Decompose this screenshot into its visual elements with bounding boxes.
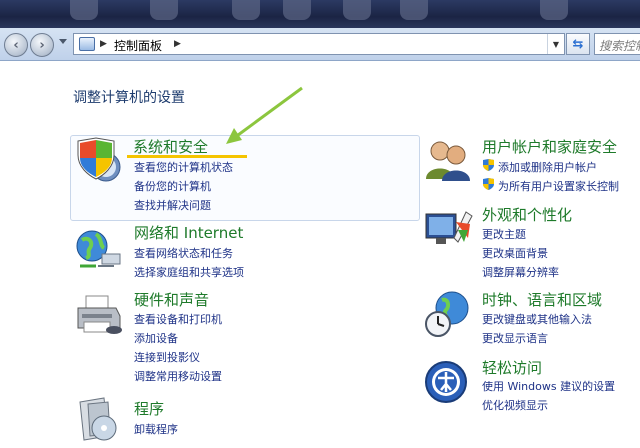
link-connect-projector[interactable]: 连接到投影仪 bbox=[134, 349, 200, 365]
search-placeholder: 搜索控制 bbox=[599, 39, 640, 53]
network-globe-icon[interactable] bbox=[74, 226, 124, 272]
address-bar[interactable]: ▶ 控制面板 ▶ ▼ bbox=[73, 33, 565, 55]
top-decoration bbox=[232, 0, 260, 20]
address-dropdown-icon[interactable]: ▼ bbox=[547, 34, 564, 54]
appearance-icon[interactable] bbox=[424, 208, 474, 252]
link-backup-computer[interactable]: 备份您的计算机 bbox=[134, 178, 211, 194]
control-panel-icon bbox=[79, 37, 95, 51]
breadcrumb-separator-icon[interactable]: ▶ bbox=[100, 39, 107, 49]
breadcrumb-separator-icon[interactable]: ▶ bbox=[174, 39, 181, 49]
top-decoration bbox=[70, 0, 98, 20]
category-appearance[interactable]: 外观和个性化 bbox=[482, 204, 572, 225]
refresh-button[interactable]: ⇆ bbox=[566, 33, 590, 55]
uac-shield-icon bbox=[483, 178, 494, 190]
link-homegroup-sharing[interactable]: 选择家庭组和共享选项 bbox=[134, 264, 244, 280]
link-devices-printers[interactable]: 查看设备和打印机 bbox=[134, 311, 222, 327]
link-network-status[interactable]: 查看网络状态和任务 bbox=[134, 245, 233, 261]
link-change-theme[interactable]: 更改主题 bbox=[482, 226, 526, 242]
category-programs[interactable]: 程序 bbox=[134, 398, 164, 419]
search-input[interactable]: 搜索控制 bbox=[594, 33, 640, 55]
link-troubleshoot[interactable]: 查找并解决问题 bbox=[134, 197, 211, 213]
clock-globe-icon[interactable] bbox=[424, 290, 472, 338]
category-clock-language-region[interactable]: 时钟、语言和区域 bbox=[482, 289, 602, 310]
top-decoration bbox=[540, 0, 568, 20]
recent-pages-dropdown[interactable] bbox=[59, 39, 67, 44]
link-windows-recommended-settings[interactable]: 使用 Windows 建议的设置 bbox=[482, 378, 615, 394]
back-button[interactable]: ‹ bbox=[4, 33, 28, 57]
annotation-arrow-icon bbox=[226, 86, 303, 144]
security-shield-icon[interactable] bbox=[74, 137, 122, 183]
category-system-security[interactable]: 系统和安全 bbox=[133, 136, 208, 157]
window-top-strip bbox=[0, 0, 640, 28]
ease-of-access-icon[interactable] bbox=[424, 358, 472, 406]
link-parental-controls[interactable]: 为所有用户设置家长控制 bbox=[498, 178, 619, 194]
category-ease-of-access[interactable]: 轻松访问 bbox=[482, 357, 542, 378]
users-icon[interactable] bbox=[424, 137, 472, 183]
link-display-language[interactable]: 更改显示语言 bbox=[482, 330, 548, 346]
uac-shield-icon bbox=[483, 159, 494, 171]
annotation-underline bbox=[127, 155, 247, 158]
category-network-internet[interactable]: 网络和 Internet bbox=[134, 222, 243, 243]
navigation-bar: ‹ › ▶ 控制面板 ▶ ▼ ⇆ 搜索控制 bbox=[0, 28, 640, 61]
link-optimize-video-display[interactable]: 优化视频显示 bbox=[482, 397, 548, 413]
link-mobility-settings[interactable]: 调整常用移动设置 bbox=[134, 368, 222, 384]
top-decoration bbox=[150, 0, 178, 20]
printer-icon[interactable] bbox=[74, 292, 126, 338]
forward-button[interactable]: › bbox=[30, 33, 54, 57]
programs-icon[interactable] bbox=[74, 396, 124, 444]
top-decoration bbox=[400, 0, 428, 20]
link-add-remove-accounts[interactable]: 添加或删除用户帐户 bbox=[498, 159, 597, 175]
link-desktop-background[interactable]: 更改桌面背景 bbox=[482, 245, 548, 261]
category-user-accounts[interactable]: 用户帐户和家庭安全 bbox=[482, 136, 617, 157]
page-title: 调整计算机的设置 bbox=[73, 90, 185, 106]
link-keyboard-input[interactable]: 更改键盘或其他输入法 bbox=[482, 311, 592, 327]
link-add-device[interactable]: 添加设备 bbox=[134, 330, 178, 346]
link-uninstall-program[interactable]: 卸载程序 bbox=[134, 421, 178, 437]
breadcrumb-control-panel[interactable]: 控制面板 bbox=[114, 37, 162, 54]
top-decoration bbox=[283, 0, 311, 20]
link-screen-resolution[interactable]: 调整屏幕分辨率 bbox=[482, 264, 559, 280]
link-view-computer-status[interactable]: 查看您的计算机状态 bbox=[134, 159, 233, 175]
top-decoration bbox=[343, 0, 371, 20]
category-hardware-sound[interactable]: 硬件和声音 bbox=[134, 289, 209, 310]
